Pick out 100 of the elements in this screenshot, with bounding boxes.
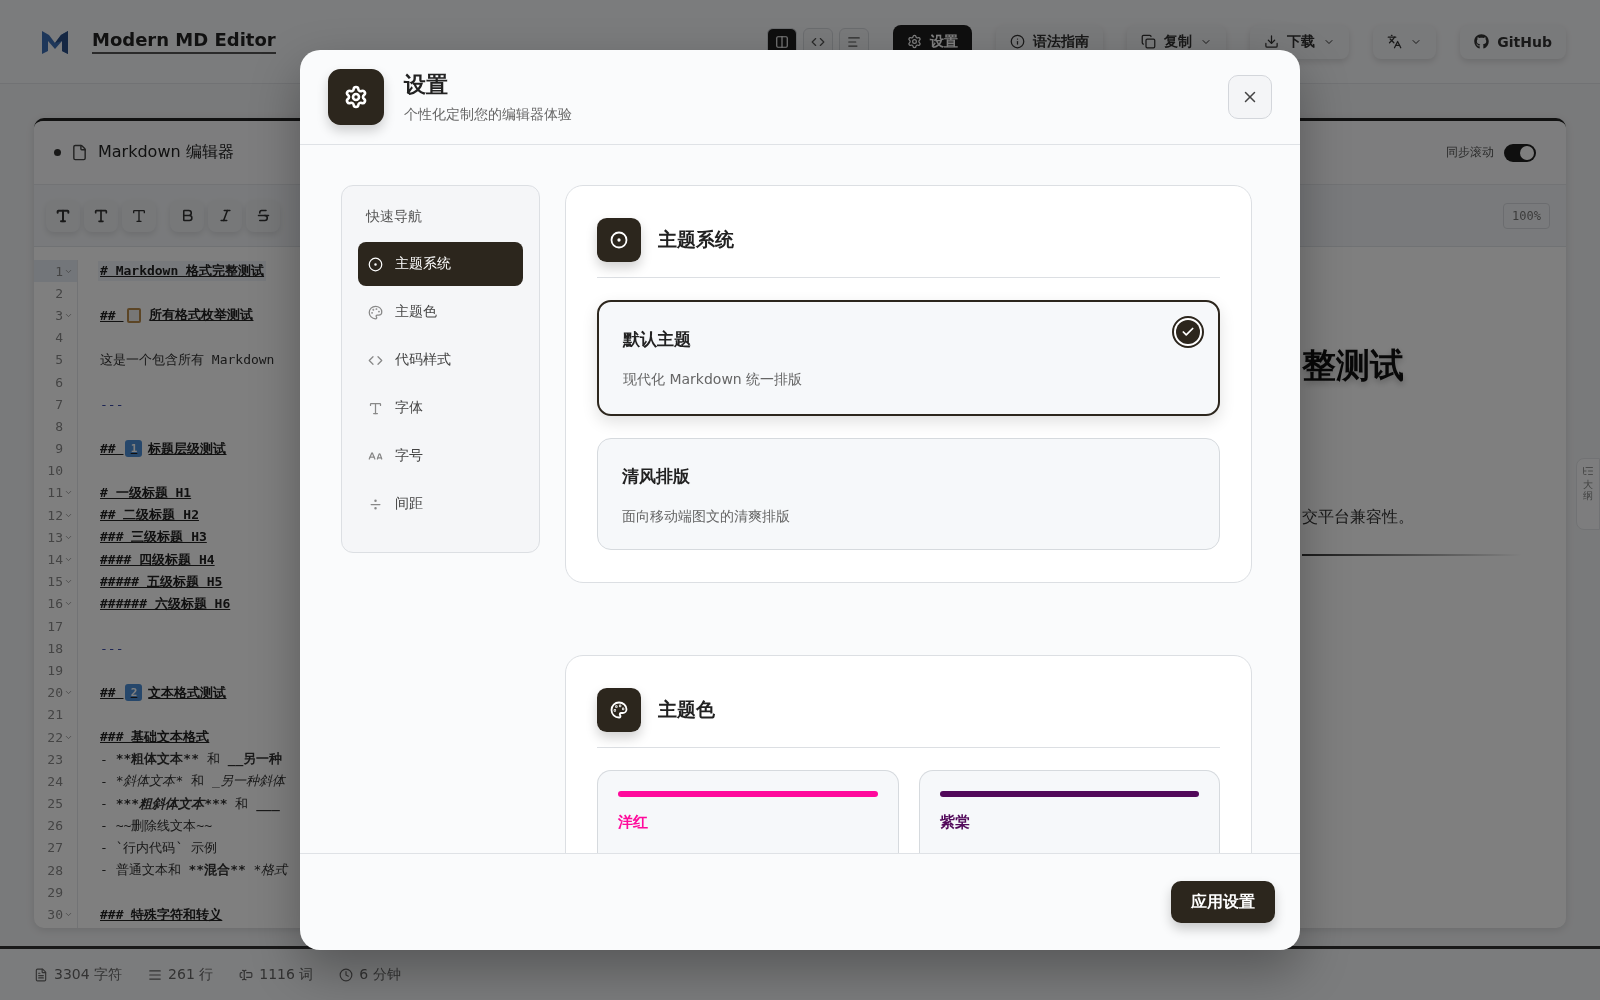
gear-icon bbox=[344, 85, 368, 109]
nav-item[interactable]: 主题系统 bbox=[358, 242, 523, 286]
italic-button[interactable] bbox=[208, 199, 242, 232]
dialog-subtitle: 个性化定制您的编辑器体验 bbox=[404, 106, 572, 124]
line-number: 14 bbox=[34, 548, 77, 571]
github-icon bbox=[1474, 34, 1490, 49]
theme-option[interactable]: 默认主题 现代化 Markdown 统一排版 bbox=[597, 300, 1220, 416]
text-icon bbox=[55, 207, 71, 224]
nav-item[interactable]: 字号 bbox=[358, 434, 523, 478]
line-number: 23 bbox=[46, 750, 64, 769]
line-number: 5 bbox=[54, 351, 64, 370]
line-number: 27 bbox=[46, 839, 64, 858]
section-title: 主题系统 bbox=[658, 227, 734, 252]
line-number: 18 bbox=[46, 639, 64, 658]
code-line: - **粗体文本** 和 __另一种 bbox=[99, 750, 284, 769]
line-number: 20 bbox=[34, 681, 77, 704]
heading-line: ## 1 标题层级测试 bbox=[99, 439, 228, 459]
heading2-button[interactable] bbox=[84, 199, 118, 232]
rule-line: --- bbox=[99, 639, 125, 657]
divide-icon bbox=[368, 496, 383, 512]
preview-heading: 整测试 bbox=[1302, 344, 1405, 387]
line-number: 26 bbox=[46, 817, 64, 836]
nav-item[interactable]: 间距 bbox=[358, 482, 523, 526]
nav-item[interactable]: 主题色 bbox=[358, 290, 523, 334]
status-text: 3304 字符 bbox=[54, 965, 123, 984]
editor-title: Markdown 编辑器 bbox=[98, 142, 234, 163]
code-line: - ~~删除线文本~~ bbox=[99, 816, 213, 835]
line-number: 4 bbox=[54, 329, 64, 348]
heading-line: ## 所有格式枚举测试 bbox=[99, 305, 255, 326]
line-number: 13 bbox=[34, 526, 77, 549]
palette-icon bbox=[368, 304, 383, 320]
info-icon bbox=[1010, 34, 1026, 49]
nav-item[interactable]: 字体 bbox=[358, 386, 523, 430]
status-dot bbox=[54, 149, 61, 156]
preview-paragraph: 交平台兼容性。 bbox=[1302, 507, 1415, 528]
line-number: 10 bbox=[46, 462, 64, 481]
line-number: 6 bbox=[54, 373, 64, 392]
line-number: 2 bbox=[54, 284, 64, 303]
text-cursor-icon bbox=[239, 967, 254, 982]
target-icon bbox=[368, 256, 383, 272]
line-number: 7 bbox=[54, 395, 64, 414]
translate-button[interactable] bbox=[1373, 24, 1437, 59]
download-button[interactable]: 下载 bbox=[1250, 24, 1350, 59]
line-number: 28 bbox=[46, 861, 64, 880]
line-number: 29 bbox=[46, 883, 64, 902]
line-number: 25 bbox=[46, 795, 64, 814]
copy-icon bbox=[1141, 34, 1157, 49]
nav-title: 快速导航 bbox=[364, 208, 423, 226]
status-text: 6 分钟 bbox=[359, 965, 401, 984]
document-icon bbox=[34, 967, 48, 982]
checkmark-icon bbox=[1181, 325, 1195, 339]
dialog-title: 设置 bbox=[404, 71, 449, 99]
text-icon bbox=[93, 207, 109, 224]
lines-icon bbox=[148, 967, 163, 982]
line-number: 3 bbox=[34, 304, 77, 327]
line-number: 16 bbox=[34, 592, 77, 615]
italic-icon bbox=[217, 208, 233, 223]
line-number: 12 bbox=[34, 504, 77, 527]
line-number: 8 bbox=[54, 417, 64, 436]
strike-button[interactable] bbox=[246, 199, 280, 232]
lines-icon bbox=[847, 34, 862, 49]
nav-item[interactable]: 代码样式 bbox=[358, 338, 523, 382]
code-line: - `行内代码` 示例 bbox=[99, 838, 219, 857]
download-icon bbox=[1264, 34, 1280, 49]
line-number: 24 bbox=[46, 772, 64, 791]
clipboard-icon bbox=[125, 306, 144, 325]
theme-option[interactable]: 清风排版 面向移动端图文的清爽排版 bbox=[597, 438, 1220, 550]
clock-icon bbox=[339, 967, 354, 982]
status-text: 1116 词 bbox=[259, 965, 314, 984]
target-icon bbox=[610, 231, 628, 249]
outline-icon bbox=[1582, 465, 1594, 477]
apply-button[interactable]: 应用设置 bbox=[1171, 881, 1275, 923]
close-button[interactable] bbox=[1228, 75, 1272, 119]
app-title: Modern MD Editor bbox=[92, 29, 276, 54]
code-line: - 普通文本和 **混合** *格式 bbox=[99, 861, 290, 880]
line-number: 9 bbox=[54, 440, 64, 459]
line-number: 30 bbox=[34, 903, 77, 926]
github-button[interactable]: GitHub bbox=[1460, 24, 1566, 59]
strikethrough-icon bbox=[255, 208, 271, 223]
gear-icon bbox=[907, 34, 923, 49]
sync-scroll-label: 同步滚动 bbox=[1446, 144, 1494, 161]
status-text: 261 行 bbox=[168, 965, 214, 984]
translate-icon bbox=[1387, 34, 1403, 49]
code-line: - ***粗斜体文本*** 和 ___ bbox=[99, 794, 281, 814]
heading-line: ## 2 文本格式测试 bbox=[99, 683, 228, 703]
line-number: 21 bbox=[46, 706, 64, 725]
palette-icon bbox=[610, 701, 628, 719]
line-number: 11 bbox=[34, 481, 77, 505]
text-icon bbox=[131, 207, 147, 224]
rule-line: --- bbox=[99, 395, 125, 413]
line-number: 22 bbox=[34, 725, 77, 749]
line-number: 15 bbox=[34, 570, 77, 593]
sync-scroll-toggle[interactable] bbox=[1504, 143, 1536, 162]
columns-icon bbox=[775, 34, 790, 49]
color-option[interactable]: 紫棠 bbox=[918, 770, 1220, 853]
section-title: 主题色 bbox=[658, 697, 715, 722]
text-icon bbox=[368, 400, 383, 416]
file-icon bbox=[71, 144, 88, 161]
line-number: 19 bbox=[46, 661, 64, 680]
line-number: 17 bbox=[46, 617, 64, 636]
